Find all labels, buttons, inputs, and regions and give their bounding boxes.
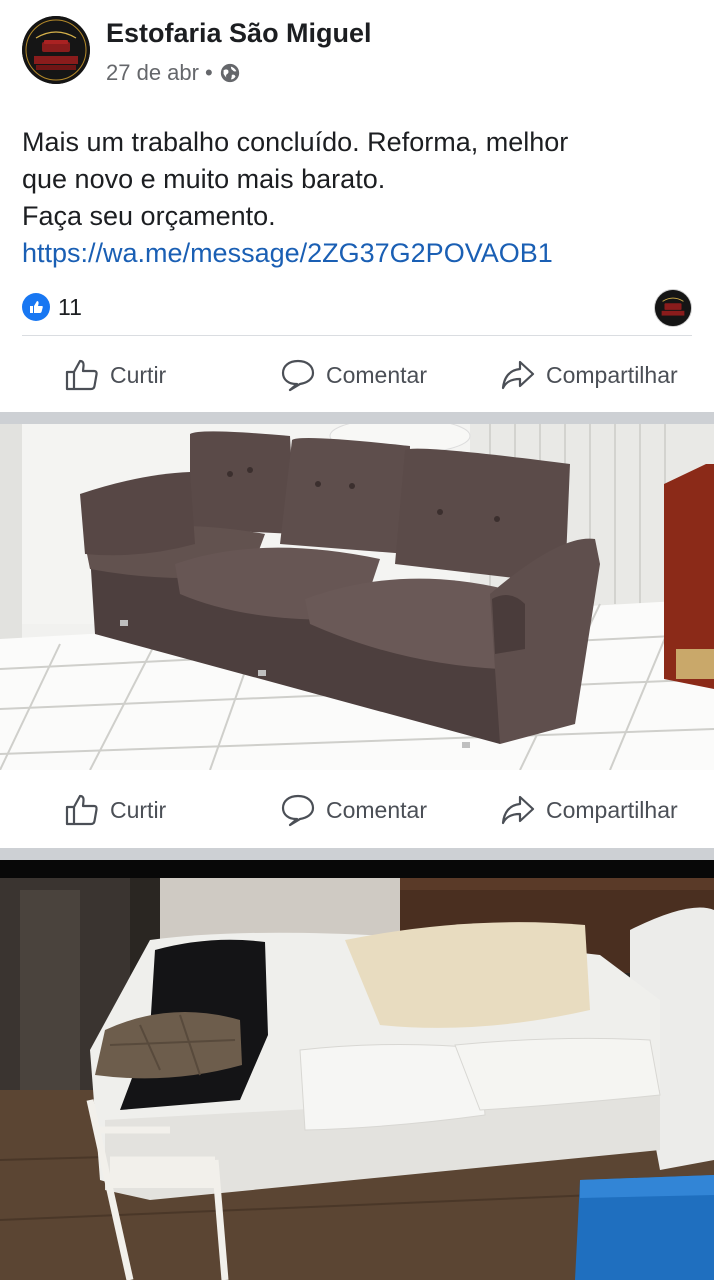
divider: [22, 335, 692, 336]
section-separator: [0, 412, 714, 424]
page-avatar[interactable]: [22, 16, 90, 84]
share-icon: [501, 360, 535, 390]
post-text-line-2: que novo e muito mais barato.: [22, 164, 386, 194]
thumbs-up-badge-icon: [22, 293, 50, 321]
share-label: Compartilhar: [546, 796, 678, 823]
share-label: Compartilhar: [546, 361, 678, 388]
share-button[interactable]: Compartilhar: [500, 357, 678, 393]
comment-button[interactable]: Comentar: [280, 357, 427, 393]
like-label: Curtir: [110, 796, 167, 823]
comment-label: Comentar: [326, 796, 427, 823]
post-meta: 27 de abr •: [106, 60, 241, 86]
post-text-line-3: Faça seu orçamento.: [22, 201, 276, 231]
whatsapp-link[interactable]: https://wa.me/message/2ZG37G2POVAOB1: [22, 235, 692, 272]
like-icon: [65, 359, 98, 391]
photo-comment-button[interactable]: Comentar: [280, 792, 427, 828]
share-icon: [501, 795, 535, 825]
globe-icon: [219, 62, 241, 84]
post-text-line-1: Mais um trabalho concluído. Reforma, mel…: [22, 127, 569, 157]
like-icon: [65, 794, 98, 826]
meta-separator: •: [204, 60, 213, 85]
comment-icon: [281, 794, 315, 827]
section-separator: [0, 848, 714, 860]
like-label: Curtir: [110, 361, 167, 388]
photo-like-button[interactable]: Curtir: [64, 792, 166, 828]
post-action-bar: Curtir Comentar Compartilhar: [0, 343, 714, 407]
reactor-avatar[interactable]: [654, 289, 692, 327]
photo-brown-sofa[interactable]: [0, 424, 714, 770]
reactions-summary[interactable]: 11: [22, 292, 82, 322]
photo-action-bar: Curtir Comentar Compartilhar: [0, 778, 714, 842]
page-name[interactable]: Estofaria São Miguel: [106, 18, 372, 49]
post-date[interactable]: 27 de abr: [106, 60, 199, 86]
comment-label: Comentar: [326, 361, 427, 388]
photo-share-button[interactable]: Compartilhar: [500, 792, 678, 828]
like-button[interactable]: Curtir: [64, 357, 166, 393]
post-text: Mais um trabalho concluído. Reforma, mel…: [22, 124, 692, 272]
post-header: Estofaria São Miguel 27 de abr •: [0, 0, 714, 100]
comment-icon: [281, 359, 315, 392]
like-count: 11: [58, 293, 82, 320]
photo-white-sofa[interactable]: [0, 860, 714, 1280]
